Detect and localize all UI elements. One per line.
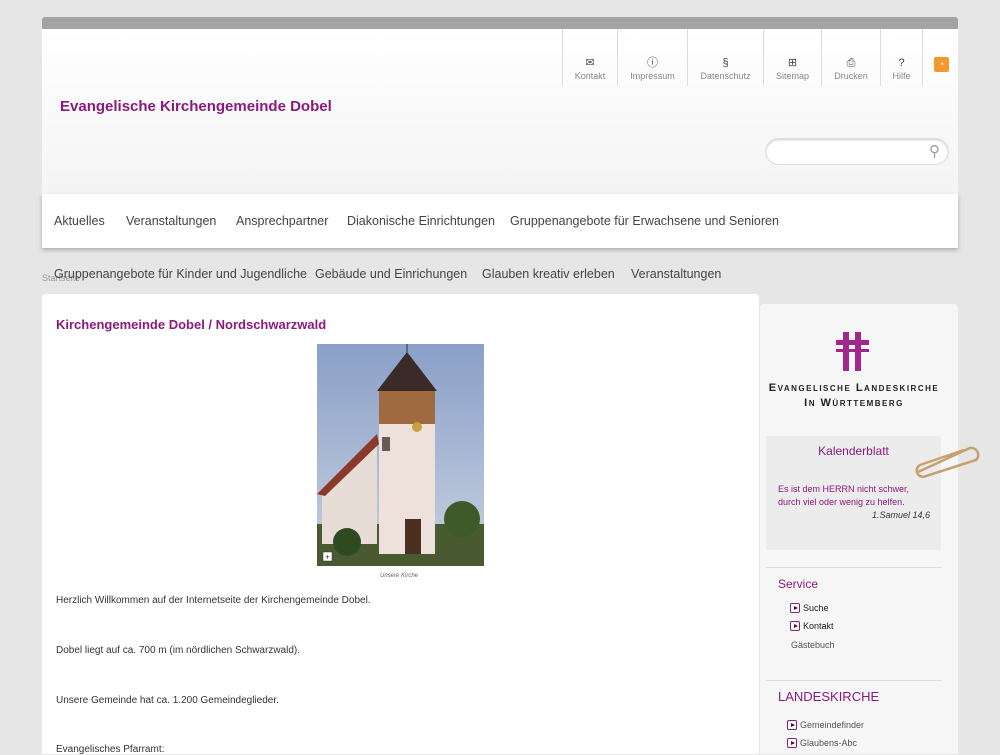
page-title: Kirchengemeinde Dobel / Nordschwarzwald (56, 317, 327, 332)
svg-text:+: + (325, 553, 330, 562)
play-arrow-icon (790, 621, 800, 631)
link-label: Suche (803, 603, 829, 613)
search-input[interactable]: ⚲ (765, 138, 949, 165)
nav-item-gebaeude[interactable]: Gebäude und Einrichungen (315, 267, 467, 281)
site-title[interactable]: Evangelische Kirchengemeinde Dobel (60, 98, 332, 115)
bible-verse: Es ist dem HERRN nicht schwer, durch viel… (778, 483, 909, 509)
help-icon: ? (898, 57, 905, 69)
verse-line: Es ist dem HERRN nicht schwer, (778, 484, 910, 494)
section-icon: § (722, 57, 729, 69)
landeskirche-logo-text: Evangelische Landeskirche In Württemberg (765, 381, 943, 411)
play-arrow-icon (790, 603, 800, 613)
kalenderblatt-title: Kalenderblatt (818, 444, 889, 458)
link-label: Gästebuch (791, 640, 835, 650)
service-link-suche[interactable]: Suche (790, 603, 829, 613)
quicklink-label: Datenschutz (700, 71, 751, 81)
quicklink-kontakt[interactable]: ✉ Kontakt (562, 29, 617, 86)
service-heading: Service (778, 577, 819, 591)
link-label: Glaubens-Abc (800, 738, 858, 748)
nav-item-gruppen-erwachsene[interactable]: Gruppenangebote für Erwachsene und Senio… (510, 214, 779, 228)
nav-item-aktuelles[interactable]: Aktuelles (54, 214, 105, 228)
service-link-kontakt[interactable]: Kontakt (790, 621, 834, 631)
sitemap-icon: ⊞ (787, 57, 798, 69)
quicklink-datenschutz[interactable]: § Datenschutz (687, 29, 763, 86)
verse-line: durch viel oder wenig zu helfen. (778, 497, 905, 507)
top-bar (42, 17, 958, 29)
logo-line: In Württemberg (804, 397, 904, 409)
play-arrow-icon (787, 720, 797, 730)
quicklink-label: Drucken (834, 71, 868, 81)
nav-item-diakonische-einrichtungen[interactable]: Diakonische Einrichtungen (347, 214, 495, 228)
nav-item-gruppen-kinder[interactable]: Gruppenangebote für Kinder und Jugendlic… (54, 267, 307, 281)
divider (766, 680, 942, 681)
paragraph: Dobel liegt auf ca. 700 m (im nördlichen… (56, 645, 300, 656)
envelope-icon: ✉ (585, 57, 595, 69)
nav-item-ansprechpartner[interactable]: Ansprechpartner (236, 214, 328, 228)
landeskirche-cross-logo[interactable] (836, 332, 869, 376)
logo-line: Evangelische Landeskirche (768, 382, 940, 394)
paragraph: Unsere Gemeinde hat ca. 1.200 Gemeindegl… (56, 695, 279, 706)
quicklink-label: Kontakt (574, 71, 606, 81)
nav-item-veranstaltungen[interactable]: Veranstaltungen (126, 214, 216, 228)
link-label: Gemeindefinder (800, 720, 865, 730)
link-label: Kontakt (803, 621, 834, 631)
quicklink-drucken[interactable]: ⎙ Drucken (821, 29, 880, 86)
quicklink-label: Hilfe (892, 71, 911, 81)
printer-icon: ⎙ (846, 57, 856, 69)
rss-icon[interactable]: ◔ (934, 57, 949, 72)
landeskirche-link-gemeindefinder[interactable]: Gemeindefinder (787, 720, 864, 730)
quicklink-label: Sitemap (775, 71, 810, 81)
bible-reference: 1.Samuel 14,6 (871, 510, 930, 520)
nav-item-glauben-kreativ[interactable]: Glauben kreativ erleben (482, 267, 615, 281)
quicklink-sitemap[interactable]: ⊞ Sitemap (763, 29, 821, 86)
landeskirche-link-glaubens-abc[interactable]: Glaubens-Abc (787, 738, 857, 748)
church-photo[interactable]: + (317, 344, 484, 566)
photo-caption: Unsere Kirche (380, 573, 419, 579)
service-link-gaestebuch[interactable]: Gästebuch (791, 640, 835, 650)
quicklink-label: Impressum (630, 71, 675, 81)
nav-item-veranstaltungen-2[interactable]: Veranstaltungen (631, 267, 721, 281)
divider (766, 567, 942, 568)
landeskirche-heading: LANDESKIRCHE (778, 689, 880, 704)
paragraph: Herzlich Willkommen auf der Internetseit… (56, 595, 371, 606)
quicklink-hilfe[interactable]: ? Hilfe (880, 29, 923, 86)
search-icon[interactable]: ⚲ (929, 142, 940, 160)
quicklink-impressum[interactable]: ⓘ Impressum (617, 29, 687, 86)
play-arrow-icon (787, 738, 797, 748)
info-icon: ⓘ (647, 57, 658, 69)
